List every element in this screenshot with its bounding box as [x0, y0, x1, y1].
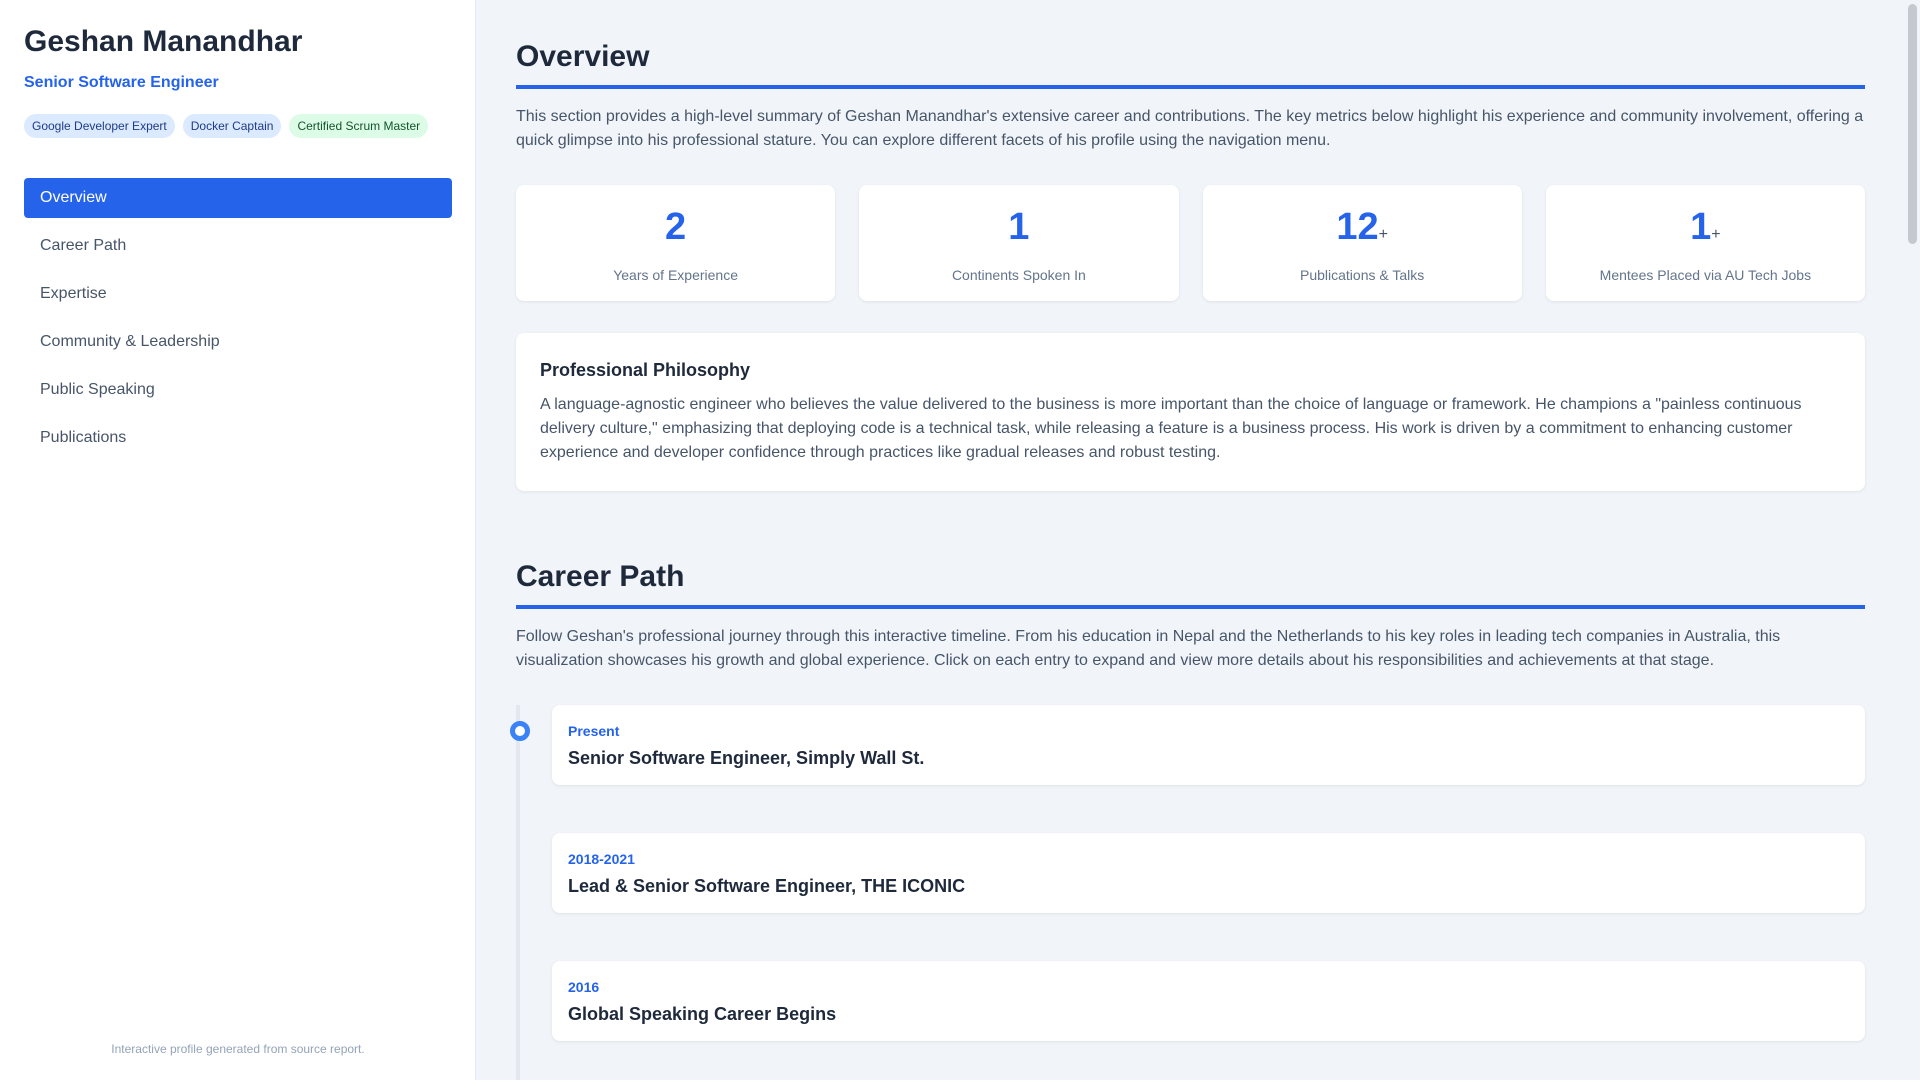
stat-value: 2 [516, 207, 835, 255]
overview-section: Overview This section provides a high-le… [516, 0, 1865, 491]
stat-number: 2 [665, 206, 687, 248]
profile-role: Senior Software Engineer [24, 74, 219, 91]
philosophy-title: Professional Philosophy [540, 360, 751, 380]
timeline-title: Lead & Senior Software Engineer, THE ICO… [568, 876, 966, 896]
stat-label: Continents Spoken In [951, 267, 1086, 283]
nav-item-publications[interactable]: Publications [24, 418, 452, 458]
sidebar: Geshan Manandhar Senior Software Enginee… [0, 0, 476, 1080]
stats-row: 2 Years of Experience 1 Continents Spoke… [516, 185, 1865, 301]
stat-card: 1+ Mentees Placed via AU Tech Jobs [1545, 185, 1865, 301]
stat-suffix: + [1711, 226, 1721, 243]
stat-card: 2 Years of Experience [516, 185, 836, 301]
stat-label: Years of Experience [613, 267, 739, 283]
timeline-date: Present [568, 723, 620, 739]
profile-name: Geshan Manandhar [24, 25, 303, 58]
timeline-line [516, 705, 520, 1080]
overview-intro: This section provides a high-level summa… [516, 108, 1864, 149]
nav-item-community-leadership[interactable]: Community & Leadership [24, 322, 452, 362]
timeline-item[interactable]: Present Senior Software Engineer, Simply… [552, 705, 1865, 785]
sidebar-nav: Overview Career Path Expertise Community… [24, 178, 452, 458]
timeline-title: Global Speaking Career Begins [568, 1004, 837, 1024]
stat-value: 1 [859, 207, 1178, 255]
nav-item-public-speaking[interactable]: Public Speaking [24, 370, 452, 410]
stat-number: 12 [1336, 206, 1379, 248]
badge-certified-scrum-master: Certified Scrum Master [289, 114, 429, 138]
timeline-dot-icon [510, 721, 530, 741]
philosophy-text: A language-agnostic engineer who believe… [540, 396, 1802, 461]
career-timeline: Present Senior Software Engineer, Simply… [510, 705, 1865, 1080]
career-intro: Follow Geshan's professional journey thr… [516, 628, 1781, 669]
timeline-date: 2016 [568, 979, 600, 995]
badge-list: Google Developer Expert Docker Captain C… [24, 114, 451, 138]
stat-label: Mentees Placed via AU Tech Jobs [1599, 267, 1812, 283]
timeline-title: Senior Software Engineer, Simply Wall St… [568, 748, 925, 768]
overview-title: Overview [516, 39, 1865, 89]
nav-item-expertise[interactable]: Expertise [24, 274, 452, 314]
stat-card: 12+ Publications & Talks [1202, 185, 1522, 301]
stat-value: 1+ [1546, 207, 1865, 255]
timeline-item[interactable]: 2016 Global Speaking Career Begins [552, 961, 1865, 1041]
footer-note: Interactive profile generated from sourc… [111, 1042, 365, 1056]
badge-docker-captain: Docker Captain [182, 114, 282, 138]
nav-item-overview[interactable]: Overview [24, 178, 452, 218]
badge-google-developer-expert: Google Developer Expert [24, 114, 175, 138]
main-content: Overview This section provides a high-le… [510, 0, 1865, 1080]
philosophy-card: Professional Philosophy A language-agnos… [516, 333, 1865, 491]
timeline-date: 2018-2021 [568, 851, 635, 867]
timeline-item[interactable]: 2018-2021 Lead & Senior Software Enginee… [552, 833, 1865, 913]
career-section: Career Path Follow Geshan's professional… [510, 559, 1865, 1080]
stat-suffix: + [1378, 226, 1388, 243]
stat-number: 1 [1008, 206, 1030, 248]
scrollbar-thumb[interactable] [1908, 4, 1917, 244]
nav-item-career-path[interactable]: Career Path [24, 226, 452, 266]
page-scrollbar[interactable] [1905, 0, 1920, 1080]
stat-card: 1 Continents Spoken In [859, 185, 1179, 301]
career-title: Career Path [516, 559, 1865, 609]
stat-value: 12+ [1203, 207, 1522, 255]
stat-number: 1 [1690, 206, 1712, 248]
stat-label: Publications & Talks [1300, 267, 1425, 283]
